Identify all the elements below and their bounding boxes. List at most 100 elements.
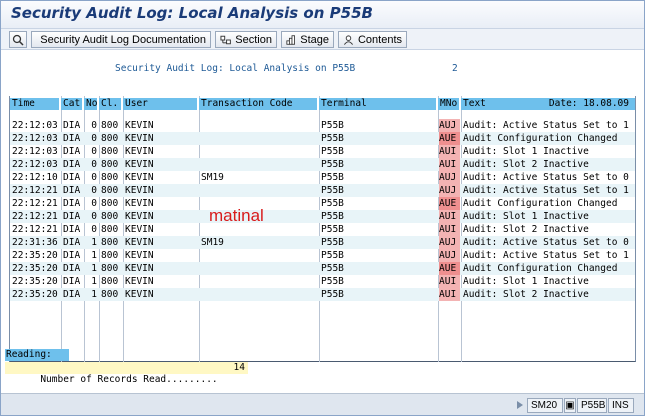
cell-category: DIA (63, 237, 81, 248)
table-row[interactable]: 22:35:20 DIA 1 800 KEVIN P55B AUI Audit: Slot 1… (10, 275, 635, 288)
cell-terminal: P55B (321, 198, 344, 209)
cell-category: DIA (63, 172, 81, 183)
cell-message-number: AUE (439, 262, 460, 275)
table-row[interactable]: 22:35:20 DIA 1 800 KEVIN P55B AUI Audit: Slot 2… (10, 288, 635, 301)
table-row[interactable]: 22:12:03 DIA 0 800 KEVIN P55B AUE Audit Configu… (10, 132, 635, 145)
header-message-number[interactable]: MNo (438, 98, 459, 110)
cell-message-number: AUI (439, 210, 460, 223)
table-row[interactable]: 22:12:03 DIA 0 800 KEVIN P55B AUI Audit: Slot 1… (10, 145, 635, 158)
audit-log-rows: 22:12:03 DIA 0 800 KEVIN P55B AUJ Audit: Active… (10, 119, 635, 301)
save-layout-icon (12, 34, 24, 46)
cell-message-number: AUI (439, 288, 460, 301)
window-title: Security Audit Log: Local Analysis on P5… (11, 4, 373, 22)
cell-client: 800 (101, 237, 119, 248)
table-row[interactable]: 22:12:03 DIA 0 800 KEVIN P55B AUJ Audit: Active… (10, 119, 635, 132)
cell-user: KEVIN (125, 120, 154, 131)
status-system-icon[interactable]: ▣ (564, 398, 576, 413)
cell-time: 22:12:03 (12, 133, 58, 144)
cell-text: Audit: Active Status Set to 0 (463, 172, 629, 183)
table-row[interactable]: 22:35:20 DIA 1 800 KEVIN P55B AUJ Audit: Active… (10, 249, 635, 262)
header-transaction-code[interactable]: Transaction Code (199, 98, 317, 110)
table-row[interactable]: 22:12:03 DIA 0 800 KEVIN P55B AUI Audit: Slot 2… (10, 158, 635, 171)
report-content: Security Audit Log: Local Analysis on P5… (1, 51, 644, 389)
cell-number: 0 (91, 185, 97, 196)
cell-time: 22:12:21 (12, 211, 58, 222)
cell-client: 800 (101, 263, 119, 274)
cell-time: 22:12:03 (12, 159, 58, 170)
cell-client: 800 (101, 146, 119, 157)
cell-user: KEVIN (125, 237, 154, 248)
reading-label: Reading: (5, 349, 69, 361)
cell-client: 800 (101, 159, 119, 170)
cell-terminal: P55B (321, 172, 344, 183)
cell-message-number: AUJ (439, 184, 460, 197)
audit-log-documentation-button[interactable]: Security Audit Log Documentation (31, 31, 211, 48)
cell-transaction-code (201, 158, 317, 171)
cell-user: KEVIN (125, 146, 154, 157)
status-system: P55B (577, 398, 607, 413)
cell-category: DIA (63, 120, 81, 131)
cell-category: DIA (63, 185, 81, 196)
cell-number: 1 (91, 276, 97, 287)
header-text[interactable]: Text Date: 18.08.09 (461, 98, 635, 110)
cell-transaction-code: SM19 (201, 237, 224, 248)
cell-transaction-code (201, 288, 317, 301)
cell-terminal: P55B (321, 146, 344, 157)
cell-terminal: P55B (321, 289, 344, 300)
cell-time: 22:35:20 (12, 289, 58, 300)
cell-user: KEVIN (125, 133, 154, 144)
header-category[interactable]: Cat (61, 98, 82, 110)
cell-terminal: P55B (321, 237, 344, 248)
cell-user: KEVIN (125, 263, 154, 274)
header-terminal[interactable]: Terminal (319, 98, 436, 110)
cell-number: 0 (91, 133, 97, 144)
table-row[interactable]: 22:35:20 DIA 1 800 KEVIN P55B AUE Audit Configu… (10, 262, 635, 275)
cell-number: 0 (91, 172, 97, 183)
cell-transaction-code (201, 249, 317, 262)
status-expand-icon[interactable] (517, 401, 523, 409)
table-row[interactable]: 22:12:21 DIA 0 800 KEVIN P55B AUI Audit: Slot 1… (10, 210, 635, 223)
cell-message-number: AUE (439, 197, 460, 210)
records-read-count: 14 (233, 362, 245, 373)
stage-button[interactable]: Stage (281, 31, 334, 48)
cell-terminal: P55B (321, 120, 344, 131)
cell-category: DIA (63, 250, 81, 261)
cell-number: 0 (91, 146, 97, 157)
header-number[interactable]: No (84, 98, 97, 110)
cell-text: Audit: Slot 1 Inactive (463, 146, 589, 157)
cell-time: 22:35:20 (12, 263, 58, 274)
cell-text: Audit: Active Status Set to 1 (463, 250, 629, 261)
contents-button[interactable]: Contents (338, 31, 407, 48)
cell-message-number: AUJ (439, 236, 460, 249)
column-header-row: Time Cat No Cl. User Transaction Code Te… (10, 98, 637, 110)
contents-label: Contents (357, 33, 402, 46)
cell-number: 1 (91, 289, 97, 300)
header-client[interactable]: Cl. (99, 98, 121, 110)
cell-client: 800 (101, 250, 119, 261)
cell-number: 0 (91, 120, 97, 131)
cell-number: 0 (91, 198, 97, 209)
report-heading: Security Audit Log: Local Analysis on P5… (115, 63, 356, 74)
cell-terminal: P55B (321, 185, 344, 196)
title-bar: Security Audit Log: Local Analysis on P5… (1, 1, 644, 29)
cell-text: Audit Configuration Changed (463, 198, 618, 209)
table-row[interactable]: 22:12:21 DIA 0 800 KEVIN P55B AUJ Audit: Active… (10, 184, 635, 197)
header-user[interactable]: User (123, 98, 197, 110)
documentation-label: Security Audit Log Documentation (40, 33, 206, 46)
save-layout-button[interactable] (9, 31, 27, 48)
cell-user: KEVIN (125, 224, 154, 235)
section-button[interactable]: Section (215, 31, 277, 48)
cell-text: Audit: Slot 1 Inactive (463, 276, 589, 287)
table-row[interactable]: 22:12:21 DIA 0 800 KEVIN P55B AUI Audit: Slot 2… (10, 223, 635, 236)
cell-number: 1 (91, 250, 97, 261)
cell-category: DIA (63, 211, 81, 222)
status-insert-mode[interactable]: INS (608, 398, 634, 413)
table-row[interactable]: 22:31:36 DIA 1 800 KEVIN SM19 P55B AUJ Audit: Ac… (10, 236, 635, 249)
cell-time: 22:35:20 (12, 276, 58, 287)
header-time[interactable]: Time (10, 98, 59, 110)
table-row[interactable]: 22:12:21 DIA 0 800 KEVIN P55B AUE Audit Configu… (10, 197, 635, 210)
cell-text: Audit: Slot 2 Inactive (463, 289, 589, 300)
table-row[interactable]: 22:12:10 DIA 0 800 KEVIN SM19 P55B AUJ Audit: Ac… (10, 171, 635, 184)
watermark-text: matinal (209, 206, 264, 225)
cell-client: 800 (101, 185, 119, 196)
